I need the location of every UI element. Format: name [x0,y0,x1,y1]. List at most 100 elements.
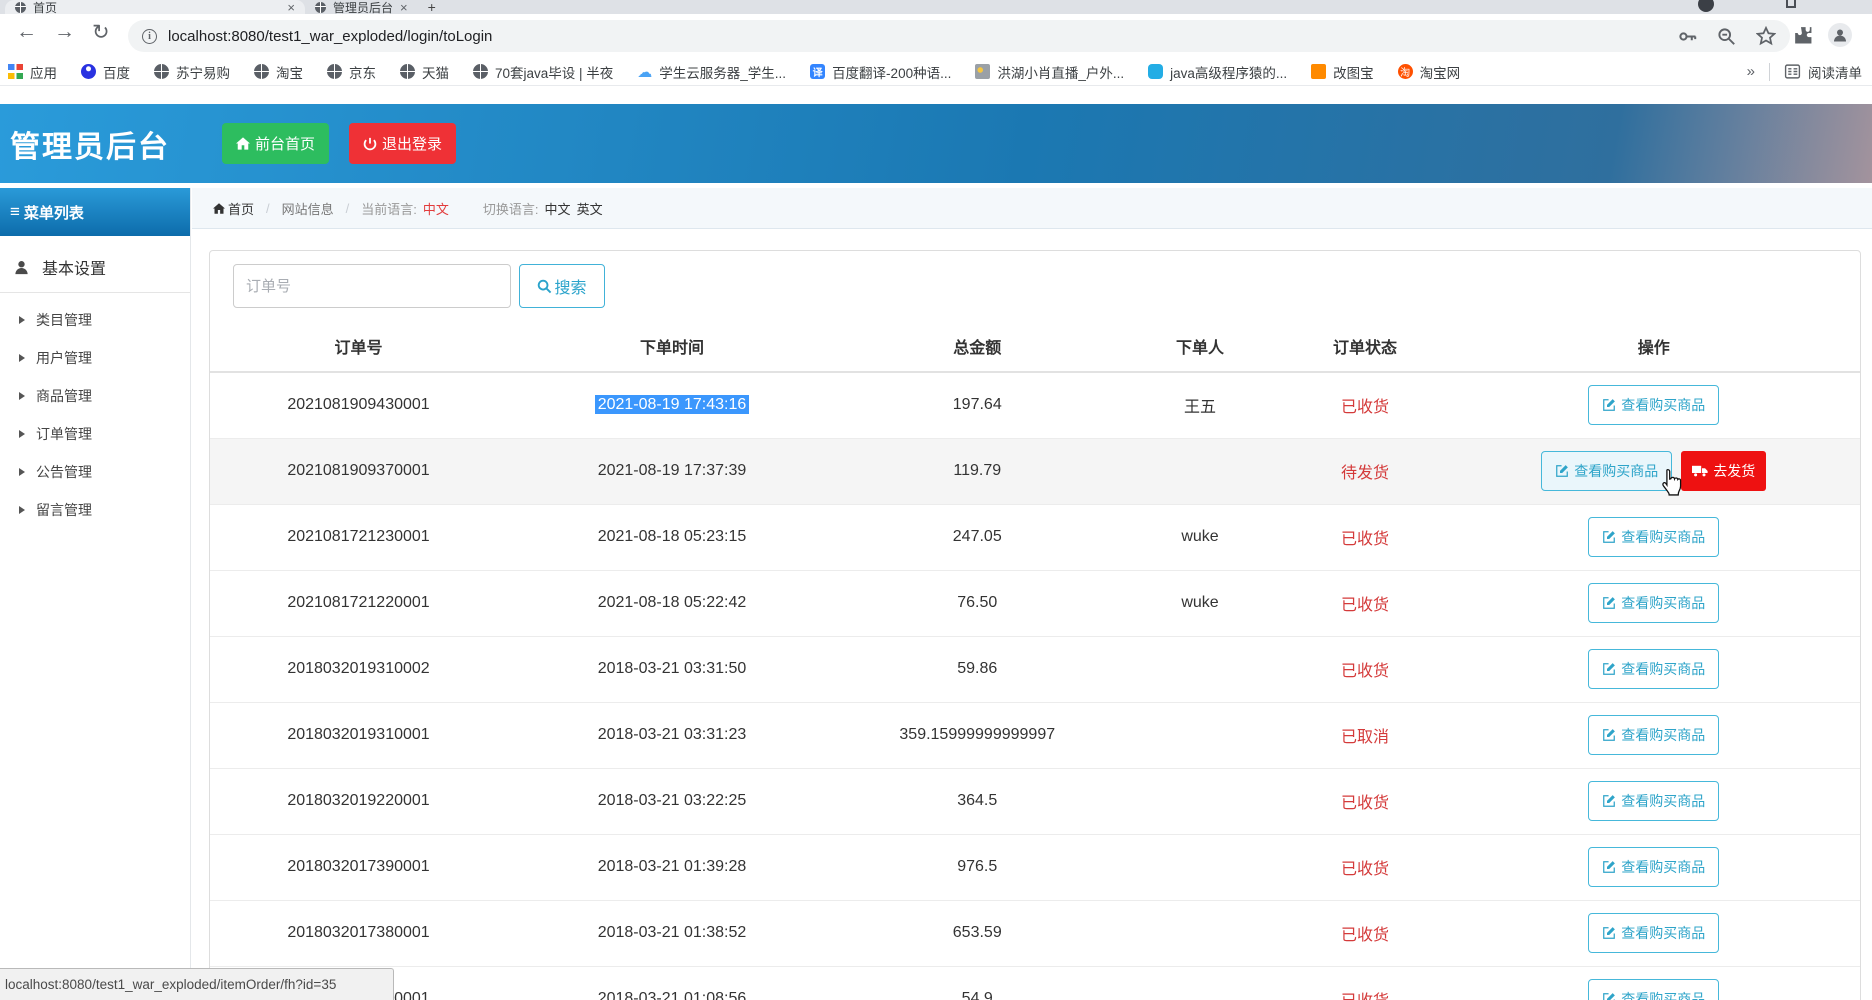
bookmarks-overflow-chevron[interactable]: » [1747,63,1755,80]
order-no-cell: 2021081721220001 [210,570,507,636]
bookmark-item[interactable]: 百度 [81,62,130,82]
bookmark-favicon-icon [154,64,169,79]
back-button[interactable]: ← [16,20,37,44]
view-purchased-items-button[interactable]: 查看购买商品 [1588,649,1719,689]
tab-close-icon[interactable]: × [400,0,408,14]
bookmark-item[interactable]: 改图宝 [1311,62,1374,82]
bookmark-item[interactable]: 学生云服务器_学生... [637,62,786,82]
bookmark-item[interactable]: 70套java毕设 | 半夜 [473,62,613,82]
reading-list-button[interactable]: 阅读清单 [1784,62,1862,82]
view-purchased-items-button[interactable]: 查看购买商品 [1588,979,1719,1000]
extensions-puzzle-icon[interactable] [1794,26,1814,51]
order-no-cell: 2018032017380001 [210,900,507,966]
password-key-icon[interactable] [1678,27,1697,46]
zoom-out-icon[interactable] [1717,27,1736,46]
logout-label: 退出登录 [382,133,442,154]
caret-right-icon [19,468,25,476]
bookmark-item[interactable]: 洪湖小肖直播_户外... [975,62,1124,82]
bookmark-star-icon[interactable] [1756,26,1776,46]
reload-button[interactable]: ↻ [92,20,110,45]
view-purchased-items-button[interactable]: 查看购买商品 [1588,913,1719,953]
url-text[interactable]: localhost:8080/test1_war_exploded/login/… [168,28,492,45]
sidebar-item-label: 留言管理 [36,500,92,520]
order-no-cell: 2021081909430001 [210,372,507,438]
bookmark-item[interactable]: 淘宝 [254,62,303,82]
amount-cell: 119.79 [837,438,1118,504]
order-time-cell: 2018-03-21 01:08:56 [598,990,747,1000]
bookmark-item[interactable]: 百度翻译-200种语... [810,62,951,82]
order-time-cell: 2021-08-18 05:23:15 [598,528,747,545]
url-bar[interactable]: i localhost:8080/test1_war_exploded/logi… [128,20,1790,52]
sidebar-menu-item[interactable]: 公告管理 [0,453,190,491]
order-time-cell: 2021-08-19 17:37:39 [598,462,747,479]
bookmark-label: 应用 [30,62,57,82]
buyer-cell [1118,768,1283,834]
table-header-row: 订单号 下单时间 总金额 下单人 订单状态 操作 [210,324,1860,372]
browser-tab[interactable]: 首页 × [5,0,305,14]
sidebar-menu-item[interactable]: 商品管理 [0,377,190,415]
view-purchased-items-button[interactable]: 查看购买商品 [1588,715,1719,755]
bookmark-favicon-icon [637,64,652,79]
switch-language-label: 切换语言: [483,199,539,218]
view-button-label: 查看购买商品 [1621,593,1705,613]
language-link-chinese[interactable]: 中文 [545,199,571,218]
browser-profile-avatar[interactable] [1828,23,1852,47]
sidebar-menu-header: ≡ 菜单列表 [0,188,190,236]
breadcrumb-home-link[interactable]: 首页 [213,199,254,218]
breadcrumb-separator: / [346,201,350,216]
language-link-english[interactable]: 英文 [577,199,603,218]
edit-square-icon [1602,662,1616,676]
edit-square-icon [1602,860,1616,874]
bookmarks-bar: 应用 百度 苏宁易购 淘宝 京东 天猫 70套java毕设 | 半夜 [0,58,1872,86]
browser-tab[interactable]: 管理员后台 × [305,0,418,14]
bookmark-item[interactable]: 天猫 [400,62,449,82]
bookmark-item[interactable]: java高级程序猿的... [1148,62,1287,82]
globe-favicon-icon [315,2,326,13]
sidebar-menu-item[interactable]: 类目管理 [0,301,190,339]
status-badge: 已收货 [1283,570,1448,636]
sidebar-item-label: 订单管理 [36,424,92,444]
order-row: 2018032019310001 2018-03-21 03:31:23 359… [210,702,1860,768]
order-number-search-input[interactable] [233,264,511,308]
bookmark-item[interactable]: 淘宝网 [1398,62,1461,82]
bookmark-favicon-icon [327,64,342,79]
view-purchased-items-button[interactable]: 查看购买商品 [1541,451,1672,491]
reading-list-label: 阅读清单 [1808,62,1862,82]
breadcrumb-home-label: 首页 [228,199,254,218]
breadcrumb-separator: / [266,201,270,216]
view-purchased-items-button[interactable]: 查看购买商品 [1588,385,1719,425]
tab-close-icon[interactable]: × [287,0,295,14]
page-info-icon[interactable]: i [142,29,157,44]
col-order-no: 订单号 [210,324,507,372]
view-purchased-items-button[interactable]: 查看购买商品 [1588,517,1719,557]
col-order-status: 订单状态 [1283,324,1448,372]
sidebar-item-label: 商品管理 [36,386,92,406]
go-ship-button[interactable]: 去发货 [1681,451,1766,491]
bookmark-favicon-icon [1148,64,1163,79]
forward-button[interactable]: → [54,20,75,44]
sidebar-menu-item[interactable]: 用户管理 [0,339,190,377]
tab-strip-dot-icon [1698,0,1714,12]
buyer-cell [1118,900,1283,966]
view-purchased-items-button[interactable]: 查看购买商品 [1588,781,1719,821]
sidebar-menu-item[interactable]: 订单管理 [0,415,190,453]
order-row: 2018032017380001 2018-03-21 01:38:52 653… [210,900,1860,966]
sidebar-item-label: 公告管理 [36,462,92,482]
view-purchased-items-button[interactable]: 查看购买商品 [1588,847,1719,887]
order-row: 2018032019220001 2018-03-21 03:22:25 364… [210,768,1860,834]
sidebar-section-basic-settings[interactable]: 基本设置 [0,240,190,293]
view-button-label: 查看购买商品 [1574,461,1658,481]
search-button[interactable]: 搜索 [519,264,605,308]
current-language-value: 中文 [423,199,449,218]
view-button-label: 查看购买商品 [1621,791,1705,811]
bookmark-item[interactable]: 应用 [8,62,57,82]
bookmark-item[interactable]: 苏宁易购 [154,62,230,82]
sidebar-menu-item[interactable]: 留言管理 [0,491,190,529]
front-home-button[interactable]: 前台首页 [222,123,329,164]
logout-button[interactable]: 退出登录 [349,123,456,164]
view-purchased-items-button[interactable]: 查看购买商品 [1588,583,1719,623]
status-badge: 已取消 [1283,702,1448,768]
bookmark-item[interactable]: 京东 [327,62,376,82]
mouse-cursor-pointer [1658,468,1684,501]
new-tab-button[interactable]: + [428,0,436,14]
